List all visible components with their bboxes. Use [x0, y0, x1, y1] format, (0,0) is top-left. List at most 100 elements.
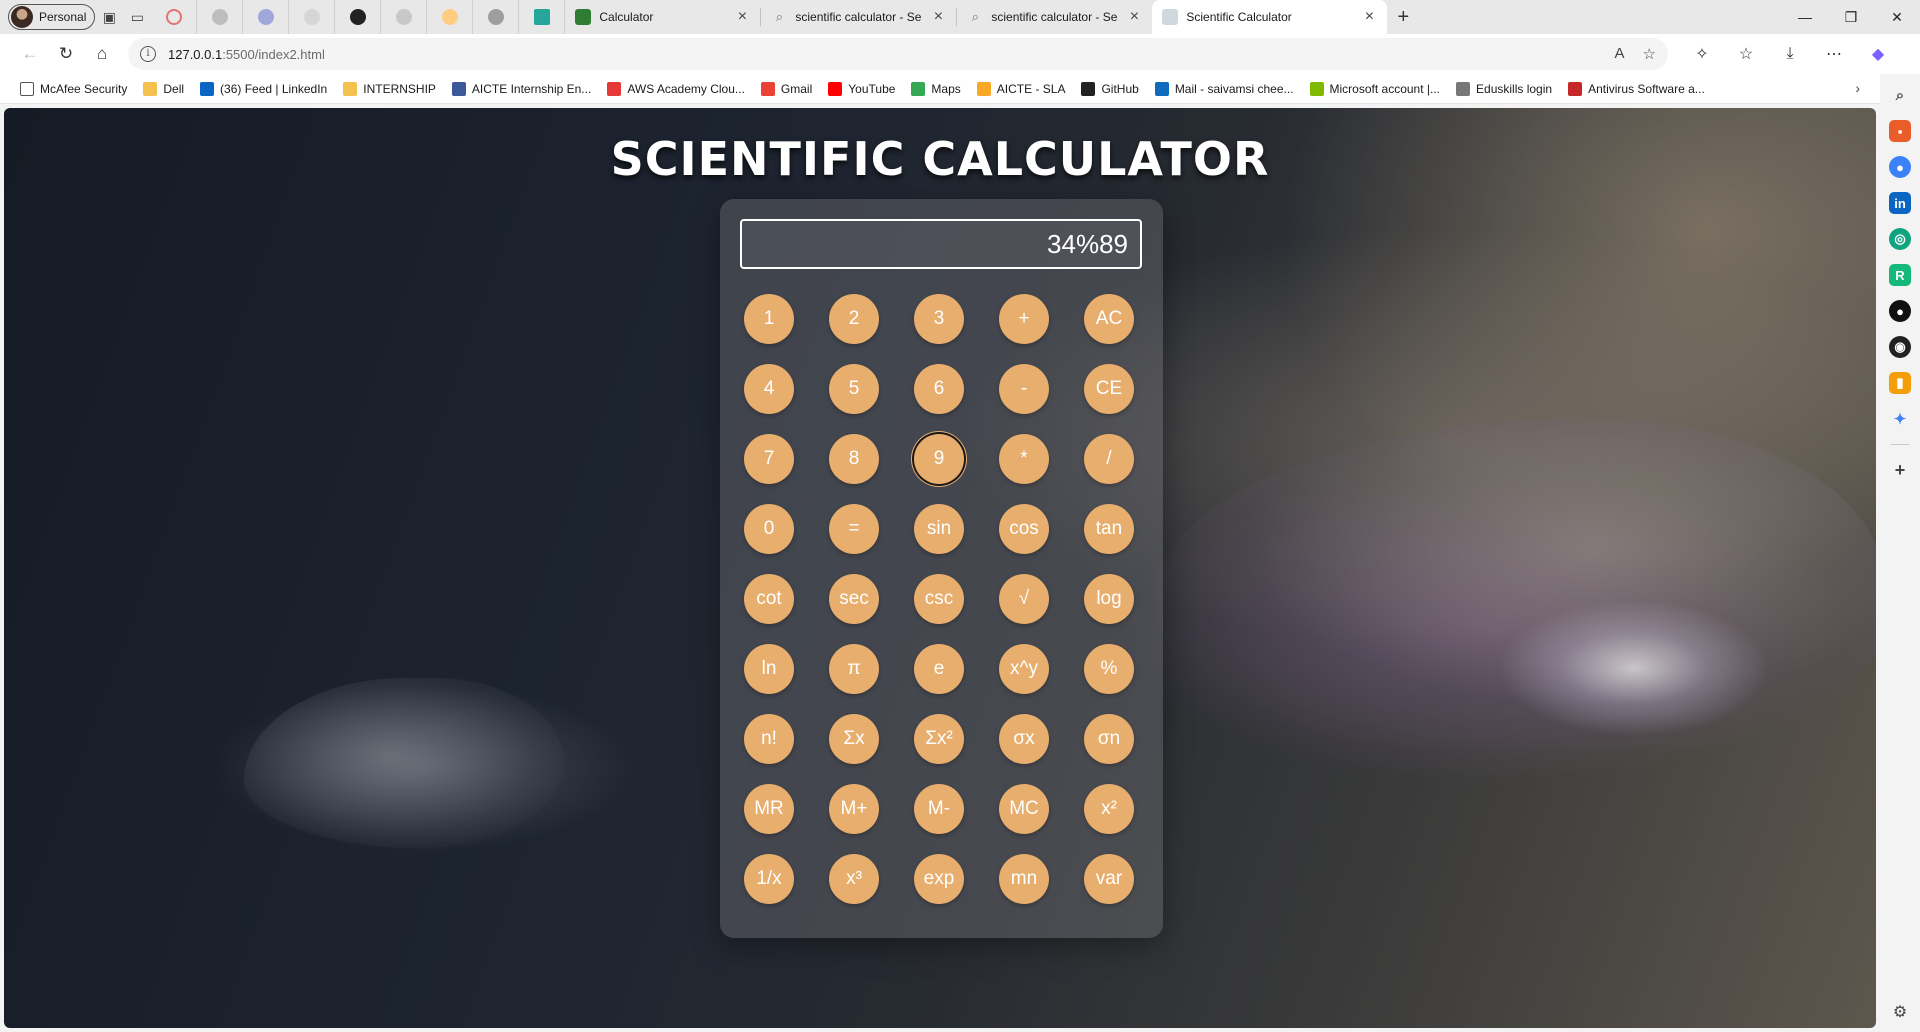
close-tab-icon[interactable]: × — [1126, 8, 1142, 26]
refresh-button[interactable]: ↻ — [48, 38, 84, 70]
key-8-2[interactable]: exp — [914, 854, 964, 904]
key-6-0[interactable]: n! — [744, 714, 794, 764]
minimize-button[interactable]: — — [1782, 0, 1828, 34]
key-6-2[interactable]: Σx² — [914, 714, 964, 764]
key-3-2[interactable]: sin — [914, 504, 964, 554]
favorite-item[interactable]: Maps — [903, 76, 968, 102]
key-1-3[interactable]: - — [999, 364, 1049, 414]
pinned-tab-6[interactable] — [427, 0, 474, 34]
key-7-4[interactable]: x² — [1084, 784, 1134, 834]
pinned-tab-8[interactable] — [519, 0, 566, 34]
copilot-icon[interactable]: ◆ — [1856, 38, 1900, 70]
new-tab-button[interactable]: + — [1387, 1, 1419, 33]
pinned-tab-5[interactable] — [381, 0, 428, 34]
key-7-0[interactable]: MR — [744, 784, 794, 834]
favorite-item[interactable]: Gmail — [753, 76, 820, 102]
favorite-item[interactable]: Mail - saivamsi chee... — [1147, 76, 1302, 102]
settings-gear-icon[interactable]: ⚙ — [1893, 1002, 1907, 1022]
favorite-item[interactable]: McAfee Security — [12, 76, 135, 102]
key-3-0[interactable]: 0 — [744, 504, 794, 554]
workspaces-icon[interactable]: ▣ — [95, 3, 123, 31]
favorite-item[interactable]: AICTE Internship En... — [444, 76, 599, 102]
close-window-button[interactable]: ✕ — [1874, 0, 1920, 34]
key-4-0[interactable]: cot — [744, 574, 794, 624]
key-0-2[interactable]: 3 — [914, 294, 964, 344]
key-1-2[interactable]: 6 — [914, 364, 964, 414]
url-text[interactable]: 127.0.0.1:5500/index2.html — [168, 47, 1603, 62]
linkedin-icon[interactable]: in — [1889, 192, 1911, 214]
tab-actions-icon[interactable]: ▭ — [123, 3, 151, 31]
favorite-item[interactable]: Dell — [135, 76, 192, 102]
home-button[interactable]: ⌂ — [84, 38, 120, 70]
close-tab-icon[interactable]: × — [734, 8, 750, 26]
tab-calculator[interactable]: Calculator × — [565, 0, 760, 34]
replit-icon[interactable]: R — [1889, 264, 1911, 286]
key-8-3[interactable]: mn — [999, 854, 1049, 904]
close-tab-icon[interactable]: × — [1361, 8, 1377, 26]
key-3-3[interactable]: cos — [999, 504, 1049, 554]
pinned-tab-2[interactable] — [197, 0, 244, 34]
key-0-3[interactable]: + — [999, 294, 1049, 344]
key-4-3[interactable]: √ — [999, 574, 1049, 624]
favorite-item[interactable]: Microsoft account |... — [1302, 76, 1449, 102]
pinned-tab-github[interactable] — [335, 0, 382, 34]
key-5-3[interactable]: x^y — [999, 644, 1049, 694]
close-tab-icon[interactable]: × — [930, 8, 946, 26]
favorite-item[interactable]: (36) Feed | LinkedIn — [192, 76, 335, 102]
key-8-0[interactable]: 1/x — [744, 854, 794, 904]
add-sidebar-app-icon[interactable]: + — [1889, 459, 1911, 481]
key-8-1[interactable]: x³ — [829, 854, 879, 904]
key-1-1[interactable]: 5 — [829, 364, 879, 414]
key-5-0[interactable]: ln — [744, 644, 794, 694]
tab-scientific-calculator[interactable]: Scientific Calculator × — [1152, 0, 1388, 34]
key-3-4[interactable]: tan — [1084, 504, 1134, 554]
search-icon[interactable]: ⌕ — [1889, 84, 1911, 106]
key-8-4[interactable]: var — [1084, 854, 1134, 904]
key-0-4[interactable]: AC — [1084, 294, 1134, 344]
tools-icon[interactable]: ▪ — [1889, 120, 1911, 142]
analytics-icon[interactable]: ▮ — [1889, 372, 1911, 394]
key-0-1[interactable]: 2 — [829, 294, 879, 344]
key-5-4[interactable]: % — [1084, 644, 1134, 694]
key-6-1[interactable]: Σx — [829, 714, 879, 764]
key-7-2[interactable]: M- — [914, 784, 964, 834]
favorite-item[interactable]: Antivirus Software a... — [1560, 76, 1713, 102]
chatgpt-icon[interactable]: ◎ — [1889, 228, 1911, 250]
tab-search[interactable]: ⌕ scientific calculator - Search × — [761, 0, 956, 34]
pinned-tab-7[interactable] — [473, 0, 520, 34]
favorite-item[interactable]: AWS Academy Clou... — [599, 76, 753, 102]
favorite-item[interactable]: INTERNSHIP — [335, 76, 444, 102]
tab-search-images[interactable]: ⌕ scientific calculator - Search Imag × — [957, 0, 1152, 34]
site-info-icon[interactable]: i — [140, 46, 156, 62]
key-1-0[interactable]: 4 — [744, 364, 794, 414]
key-6-3[interactable]: σx — [999, 714, 1049, 764]
key-7-1[interactable]: M+ — [829, 784, 879, 834]
key-4-2[interactable]: csc — [914, 574, 964, 624]
key-4-4[interactable]: log — [1084, 574, 1134, 624]
favorite-item[interactable]: Eduskills login — [1448, 76, 1560, 102]
key-2-4[interactable]: / — [1084, 434, 1134, 484]
profile-button[interactable]: Personal — [8, 4, 96, 30]
key-2-1[interactable]: 8 — [829, 434, 879, 484]
downloads-icon[interactable]: ⤓ — [1768, 38, 1812, 70]
key-2-2[interactable]: 9 — [914, 434, 964, 484]
favorites-icon[interactable]: ☆ — [1724, 38, 1768, 70]
favorites-overflow-chevron-icon[interactable]: › — [1855, 80, 1860, 96]
app-icon[interactable]: ● — [1889, 300, 1911, 322]
key-1-4[interactable]: CE — [1084, 364, 1134, 414]
pinned-tab-4[interactable] — [289, 0, 336, 34]
gemini-icon[interactable]: ✦ — [1889, 408, 1911, 430]
read-aloud-icon[interactable]: A — [1615, 45, 1625, 63]
calculator-display[interactable] — [740, 219, 1142, 269]
address-bar[interactable]: i 127.0.0.1:5500/index2.html A ☆ — [128, 38, 1668, 70]
key-6-4[interactable]: σn — [1084, 714, 1134, 764]
key-7-3[interactable]: MC — [999, 784, 1049, 834]
copilot-sidebar-icon[interactable]: ● — [1889, 156, 1911, 178]
restore-button[interactable]: ❐ — [1828, 0, 1874, 34]
key-3-1[interactable]: = — [829, 504, 879, 554]
favorite-item[interactable]: GitHub — [1073, 76, 1146, 102]
favorite-star-icon[interactable]: ☆ — [1643, 45, 1656, 63]
key-2-3[interactable]: * — [999, 434, 1049, 484]
github-icon[interactable]: ◉ — [1889, 336, 1911, 358]
more-options-icon[interactable]: ⋯ — [1812, 38, 1856, 70]
